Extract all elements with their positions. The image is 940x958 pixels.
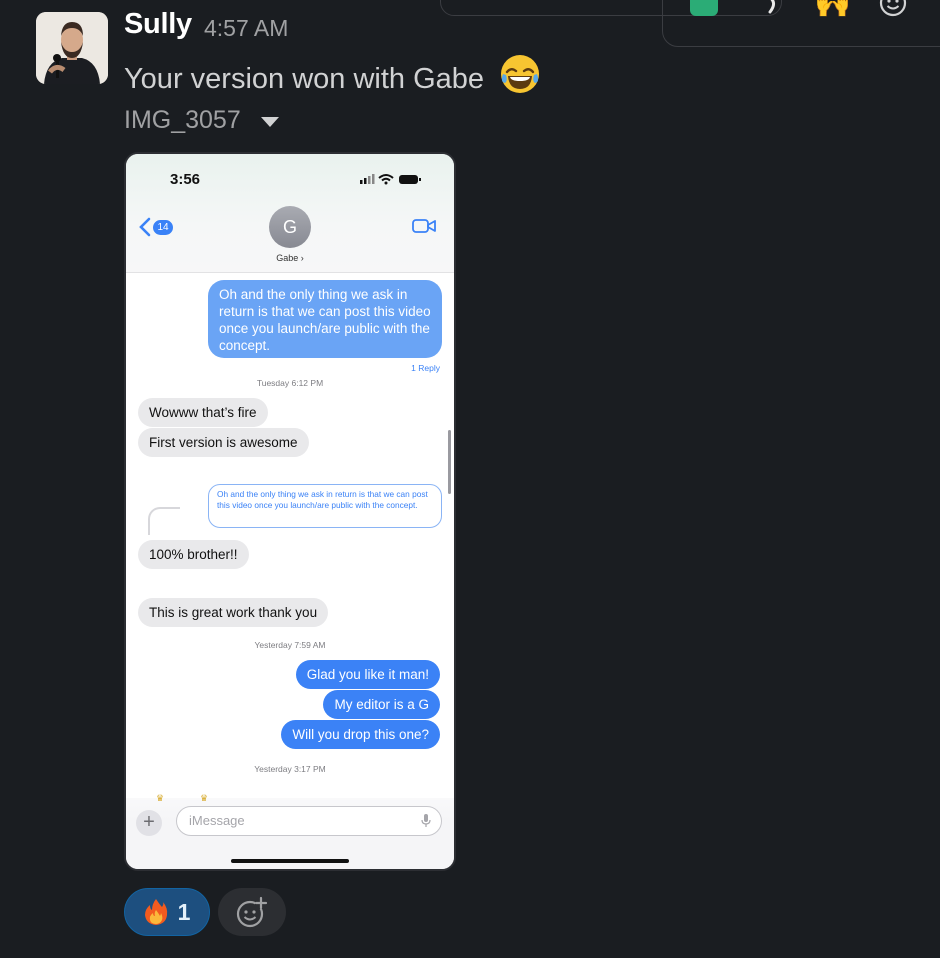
phone-status-icons — [360, 174, 421, 185]
phone-timestamp: Yesterday 7:59 AM — [254, 640, 326, 650]
phone-timestamp: Tuesday 6:12 PM — [256, 378, 324, 388]
toolbar-green-reaction[interactable] — [690, 0, 718, 16]
message-text: Your version won with Gabe — [124, 52, 542, 96]
joy-emoji-icon — [501, 55, 540, 93]
sender-photo — [36, 12, 108, 84]
reaction-count: 1 — [177, 898, 191, 925]
message-timestamp[interactable]: 4:57 AM — [204, 15, 288, 42]
phone-message-outgoing: My editor is a G — [323, 690, 440, 719]
phone-message-incoming: 100% brother!! — [138, 540, 249, 569]
add-reaction-icon[interactable] — [878, 0, 908, 18]
phone-timestamp: Yesterday 3:17 PM — [254, 764, 326, 774]
avatar[interactable] — [36, 12, 108, 84]
video-call-icon — [412, 219, 436, 233]
phone-nav-header: 3:56 14 G Gabe › — [126, 154, 454, 273]
phone-compose-bar: + iMessage — [126, 798, 454, 869]
chevron-down-icon[interactable] — [260, 116, 279, 127]
phone-reply-count: 1 Reply — [411, 363, 440, 373]
plus-icon: + — [136, 810, 162, 836]
phone-home-indicator — [231, 859, 349, 863]
sender-name[interactable]: Sully — [124, 8, 192, 41]
phone-message-outgoing: Oh and the only thing we ask in return i… — [208, 280, 442, 358]
thread-reply-connector — [148, 507, 180, 535]
message-body: Your version won with Gabe — [124, 63, 485, 95]
unread-badge: 14 — [153, 220, 173, 235]
crown-emoji-icon: ♛ — [156, 793, 165, 803]
attached-image[interactable]: 3:56 14 G Gabe › Oh and the only thing w… — [124, 152, 456, 871]
fire-emoji-icon — [144, 899, 167, 925]
add-reaction-icon — [236, 896, 268, 928]
phone-message-field: iMessage — [176, 806, 442, 836]
microphone-icon — [421, 814, 431, 827]
add-reaction-button[interactable] — [218, 888, 286, 936]
reaction-fire[interactable]: 1 — [124, 888, 210, 936]
phone-message-outgoing: Will you drop this one? — [281, 720, 440, 749]
chevron-left-icon — [139, 217, 151, 237]
phone-quoted-message: Oh and the only thing we ask in return i… — [208, 484, 442, 528]
phone-message-placeholder: iMessage — [189, 813, 245, 828]
phone-message-outgoing: Glad you like it man! — [295, 660, 440, 689]
reply-thread-icon[interactable] — [764, 0, 782, 14]
phone-back-button: 14 — [138, 216, 178, 238]
attachment-header[interactable]: IMG_3057 — [124, 106, 279, 135]
phone-scroll-indicator — [448, 430, 451, 494]
phone-message-incoming: Wowww that’s fire — [138, 398, 268, 427]
phone-status-time: 3:56 — [170, 171, 201, 188]
contact-avatar: G — [269, 206, 311, 248]
raised-hands-emoji-icon[interactable]: 🙌 — [814, 0, 851, 18]
phone-message-incoming: This is great work thank you — [138, 598, 329, 627]
crown-emoji-icon: ♛ — [200, 793, 209, 803]
attachment-file-name[interactable]: IMG_3057 — [124, 106, 241, 135]
contact-name: Gabe › — [276, 253, 304, 263]
phone-message-incoming: First version is awesome — [138, 428, 309, 457]
